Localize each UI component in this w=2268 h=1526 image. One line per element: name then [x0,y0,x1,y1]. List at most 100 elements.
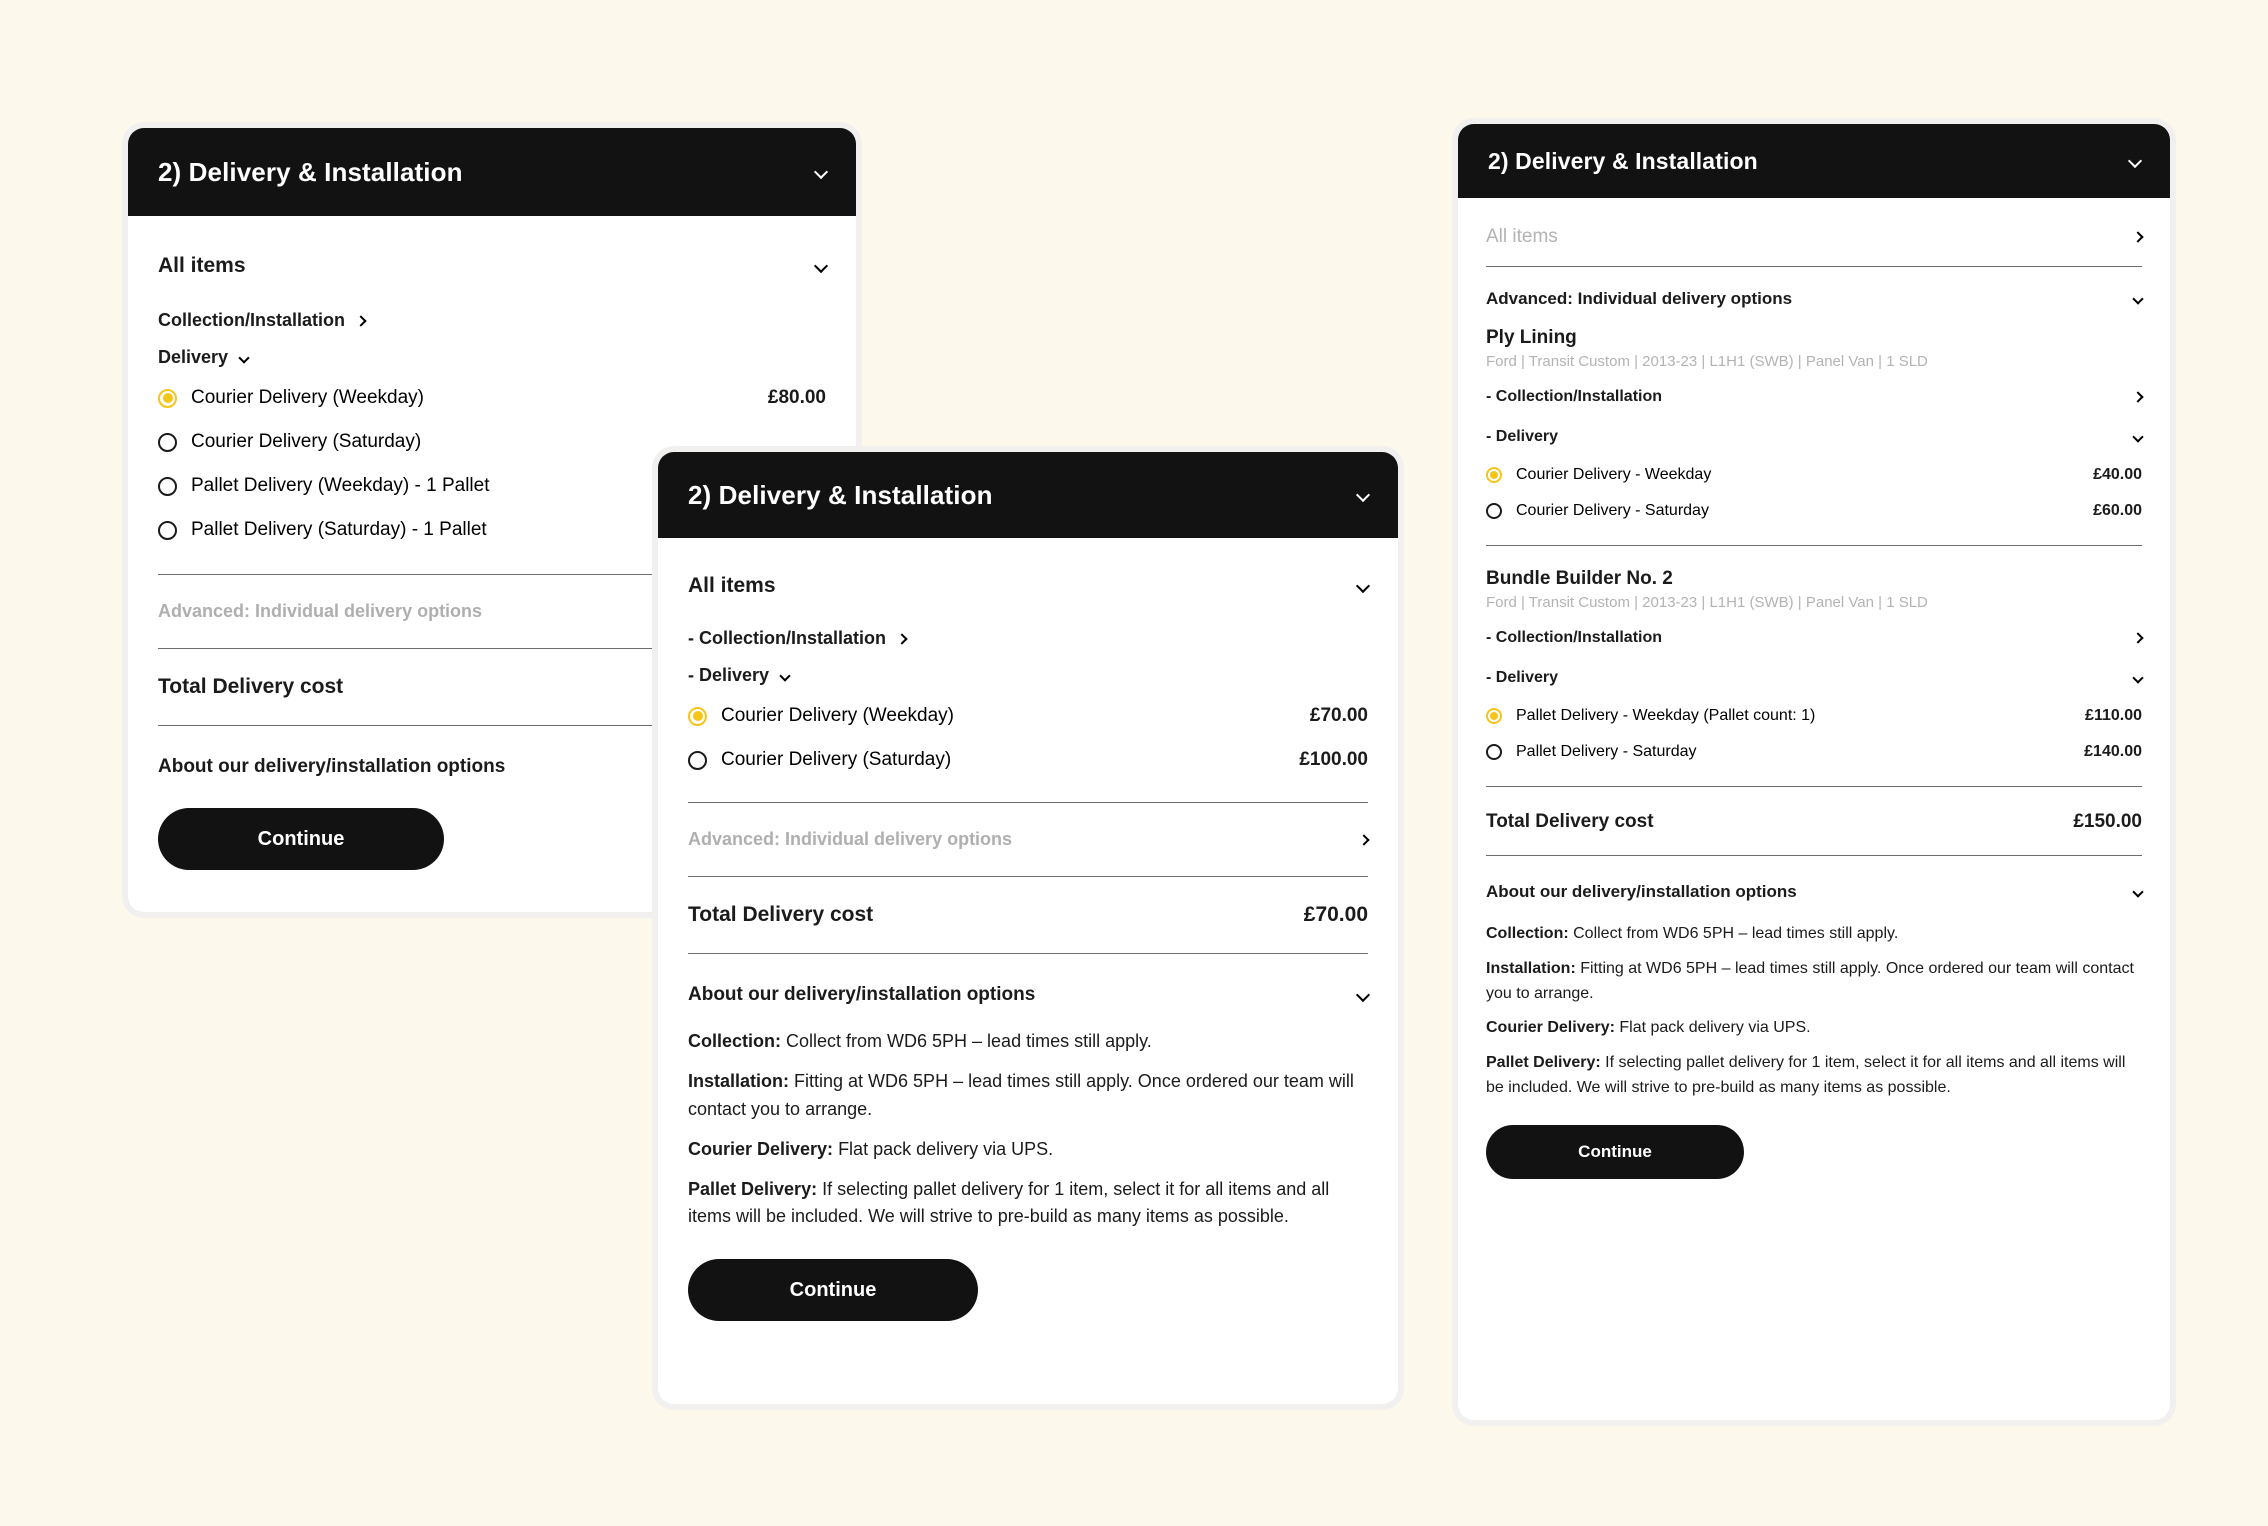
delivery-option-price: £100.00 [1299,749,1368,770]
group-delivery-row[interactable]: - Delivery [1486,417,2144,457]
radio-button[interactable] [158,432,177,452]
delivery-option[interactable]: Pallet Delivery - Saturday £140.00 [1486,734,2142,770]
info-paragraph: Collection: Collect from WD6 5PH – lead … [688,1028,1368,1056]
info-term: Installation: [1486,959,1576,977]
group-collection-row[interactable]: - Collection/Installation [1486,370,2144,417]
delivery-option-price: £110.00 [2085,707,2142,724]
delivery-option-price: £140.00 [2084,743,2142,760]
delivery-option[interactable]: Courier Delivery - Weekday £40.00 [1486,457,2142,493]
delivery-option-price: £70.00 [1309,705,1368,726]
delivery-option-label: Pallet Delivery - Saturday [1516,743,1697,760]
card1-title: 2) Delivery & Installation [158,156,463,187]
chevron-right-icon[interactable] [355,314,367,327]
card2-total-row: Total Delivery cost £70.00 [688,877,1368,953]
info-text: Collect from WD6 5PH – lead times still … [1568,925,1899,942]
group-delivery-row[interactable]: - Delivery [1486,658,2144,698]
delivery-option-label: Courier Delivery (Weekday) [721,705,954,726]
info-text: Fitting at WD6 5PH – lead times still ap… [1486,959,2134,1002]
chevron-down-icon[interactable] [2132,293,2144,305]
info-text: Flat pack delivery via UPS. [833,1138,1054,1159]
card1-collection-row[interactable]: Collection/Installation [158,302,826,339]
card2-delivery-label: - Delivery [688,665,770,685]
chevron-down-icon[interactable] [1355,987,1371,1003]
page-canvas: 2) Delivery & Installation All items Col… [0,0,2268,1526]
card2-total-label: Total Delivery cost [688,903,874,926]
radio-button[interactable] [688,750,707,770]
chevron-down-icon[interactable] [2132,672,2144,684]
card2-total-value: £70.00 [1303,903,1368,926]
card2-advanced-label: Advanced: Individual delivery options [688,829,1013,849]
chevron-right-icon[interactable] [2132,231,2144,243]
chevron-right-icon[interactable] [2132,632,2144,644]
delivery-option-label: Pallet Delivery (Weekday) - 1 Pallet [191,475,490,496]
chevron-down-icon[interactable] [2127,153,2143,169]
continue-button[interactable]: Continue [688,1259,978,1322]
card2-header[interactable]: 2) Delivery & Installation [658,452,1398,538]
chevron-right-icon[interactable] [1358,833,1370,846]
item-group-subtitle: Ford | Transit Custom | 2013-23 | L1H1 (… [1486,594,1928,611]
delivery-option[interactable]: Courier Delivery (Saturday) £100.00 [688,738,1368,782]
item-group-title: Ply Lining [1486,327,1577,348]
card2-delivery-row[interactable]: - Delivery [688,657,1368,694]
chevron-right-icon[interactable] [896,632,908,645]
radio-button-selected[interactable] [1486,708,1502,724]
info-term: Pallet Delivery: [1486,1054,1601,1072]
card2-all-items-row[interactable]: All items [688,560,1371,620]
card1-advanced-label: Advanced: Individual delivery options [158,601,483,621]
info-paragraph: Courier Delivery: Flat pack delivery via… [1486,1016,2142,1041]
info-text: Flat pack delivery via UPS. [1614,1019,1811,1037]
radio-button[interactable] [1486,503,1502,519]
chevron-down-icon[interactable] [779,669,791,682]
item-group-title: Bundle Builder No. 2 [1486,568,1673,589]
delivery-option-label: Pallet Delivery - Weekday (Pallet count:… [1516,707,1816,724]
card2-collection-row[interactable]: - Collection/Installation [688,620,1368,657]
card3-header[interactable]: 2) Delivery & Installation [1458,124,2170,198]
delivery-option[interactable]: Courier Delivery (Weekday) £80.00 [158,376,826,420]
group-collection-label: - Collection/Installation [1486,629,1663,646]
radio-button[interactable] [1486,744,1502,760]
card2-about-label: About our delivery/installation options [688,984,1036,1005]
card3-advanced-label: Advanced: Individual delivery options [1486,289,1793,308]
continue-button[interactable]: Continue [158,808,444,870]
card3-about-row[interactable]: About our delivery/installation options [1486,856,2144,922]
item-group: Bundle Builder No. 2 Ford | Transit Cust… [1486,546,2144,770]
info-paragraph: Pallet Delivery: If selecting pallet del… [688,1176,1368,1232]
radio-button-selected[interactable] [688,706,707,726]
info-term: Collection: [688,1031,781,1051]
card3-total-label: Total Delivery cost [1486,811,1654,832]
continue-button[interactable]: Continue [1486,1124,1744,1179]
group-collection-row[interactable]: - Collection/Installation [1486,611,2144,658]
card3-advanced-row[interactable]: Advanced: Individual delivery options [1486,267,2144,327]
chevron-down-icon[interactable] [1355,578,1371,594]
group-delivery-label: - Delivery [1486,669,1559,686]
card1-delivery-label: Delivery [158,347,229,367]
card2-about-row[interactable]: About our delivery/installation options [688,954,1371,1028]
chevron-down-icon[interactable] [238,351,250,364]
delivery-option[interactable]: Pallet Delivery - Weekday (Pallet count:… [1486,698,2142,734]
chevron-down-icon[interactable] [1355,487,1371,503]
card3-all-items-row[interactable]: All items [1486,214,2144,266]
card1-delivery-row[interactable]: Delivery [158,339,826,376]
chevron-down-icon[interactable] [813,258,829,274]
card1-total-label: Total Delivery cost [158,675,344,698]
radio-button[interactable] [158,476,177,496]
radio-button-selected[interactable] [1486,467,1502,483]
delivery-option[interactable]: Courier Delivery (Weekday) £70.00 [688,694,1368,738]
item-group-subtitle: Ford | Transit Custom | 2013-23 | L1H1 (… [1486,353,1928,370]
card1-all-items-row[interactable]: All items [158,240,829,302]
card2-advanced-row[interactable]: Advanced: Individual delivery options [688,803,1370,876]
card3-body: All items Advanced: Individual delivery … [1458,198,2170,1179]
chevron-right-icon[interactable] [2132,391,2144,403]
radio-button-selected[interactable] [158,388,177,408]
card3-title: 2) Delivery & Installation [1488,147,1758,174]
chevron-down-icon[interactable] [2132,886,2144,898]
chevron-down-icon[interactable] [813,164,829,180]
delivery-option[interactable]: Courier Delivery - Saturday £60.00 [1486,493,2142,529]
radio-button[interactable] [158,520,177,540]
card3-total-value: £150.00 [2073,811,2142,832]
delivery-card-individual-options: 2) Delivery & Installation All items Adv… [1458,124,2170,1420]
chevron-down-icon[interactable] [2132,431,2144,443]
card1-header[interactable]: 2) Delivery & Installation [128,128,856,216]
delivery-option-label: Pallet Delivery (Saturday) - 1 Pallet [191,519,487,540]
delivery-option-price: £80.00 [767,387,826,408]
